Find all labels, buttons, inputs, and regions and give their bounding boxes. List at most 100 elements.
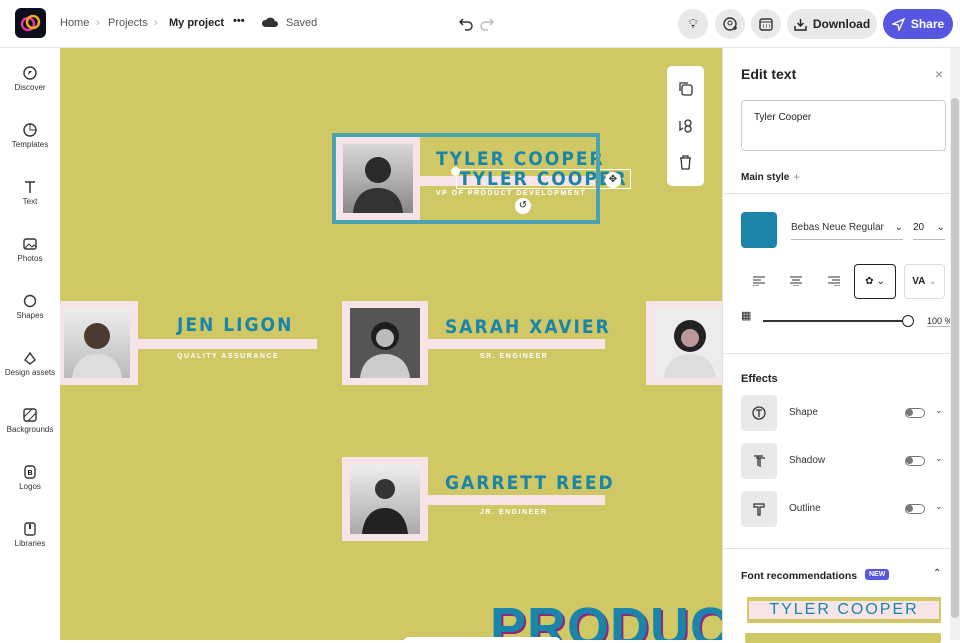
rotate-handle-icon[interactable]: ↺ — [515, 198, 531, 214]
letter-spacing-button[interactable]: VA ⌄ — [904, 264, 945, 299]
align-right-icon[interactable] — [828, 276, 840, 286]
sidebar-item-discover[interactable]: Discover — [0, 66, 60, 92]
top-bar: Home › Projects › My project ••• Saved 💡… — [0, 0, 960, 48]
sidebar-item-libraries[interactable]: Libraries — [0, 522, 60, 548]
sidebar-item-backgrounds[interactable]: Backgrounds — [0, 408, 60, 434]
templates-icon — [23, 123, 37, 137]
lightbulb-icon: 💡︎ — [688, 16, 698, 31]
sidebar-label: Templates — [11, 140, 49, 149]
person-title[interactable]: SR. ENGINEER — [480, 353, 548, 360]
arrange-icon[interactable] — [678, 118, 693, 133]
app-logo[interactable] — [15, 8, 46, 38]
chevron-down-icon: ⌄ — [894, 222, 903, 233]
ideas-button[interactable]: 💡︎ — [678, 9, 708, 39]
breadcrumb-projects[interactable]: Projects — [108, 17, 148, 29]
portrait-photo — [654, 308, 722, 378]
share-button[interactable]: Share — [883, 9, 953, 39]
list-style-button[interactable]: ✿ ⌄ — [854, 264, 896, 299]
divider — [723, 353, 951, 354]
sidebar-label: Design assets — [4, 368, 56, 377]
chevron-up-icon[interactable]: ⌃ — [933, 568, 941, 579]
delete-icon[interactable] — [678, 155, 693, 170]
backgrounds-icon — [23, 408, 37, 422]
photo-frame[interactable] — [342, 457, 428, 541]
outline-toggle[interactable] — [905, 504, 925, 514]
text-input[interactable]: Tyler Cooper — [741, 100, 946, 151]
invite-button[interactable] — [715, 9, 745, 39]
scrollbar-thumb[interactable] — [951, 98, 959, 618]
add-person-icon — [723, 17, 737, 31]
chevron-down-icon[interactable]: ⌄ — [935, 453, 943, 464]
name-bar — [138, 339, 317, 349]
download-icon — [794, 18, 807, 31]
font-name: Bebas Neue Regular — [791, 222, 884, 233]
shadow-toggle[interactable] — [905, 456, 925, 466]
opacity-slider[interactable] — [763, 320, 903, 322]
align-left-icon[interactable] — [753, 276, 765, 286]
share-label: Share — [910, 17, 945, 31]
shadow-effect-icon[interactable] — [741, 443, 777, 479]
panel-title: Edit text — [741, 66, 797, 82]
heading-text[interactable]: PRODUCT — [490, 596, 722, 640]
sidebar-item-templates[interactable]: Templates — [0, 123, 60, 149]
photo-frame[interactable] — [60, 301, 138, 385]
divider — [723, 193, 951, 194]
chevron-down-icon[interactable]: ⌄ — [935, 501, 943, 512]
person-name[interactable]: GARRETT REED — [445, 472, 615, 494]
opacity-slider-handle[interactable] — [902, 315, 914, 327]
more-options-button[interactable]: ••• — [233, 15, 245, 27]
font-recommendation[interactable] — [745, 633, 941, 643]
font-recommendation[interactable]: TYLER COOPER — [747, 597, 941, 623]
person-name[interactable]: JEN LIGON — [177, 314, 293, 336]
photo-frame[interactable] — [646, 301, 722, 385]
align-center-icon[interactable] — [790, 276, 802, 286]
chevron-right-icon: › — [154, 17, 158, 29]
shape-toggle[interactable] — [905, 408, 925, 418]
new-badge: NEW — [865, 569, 890, 580]
opacity-value[interactable]: 100 % — [927, 316, 951, 327]
library-icon — [24, 522, 36, 536]
person-title[interactable]: QUALITY ASSURANCE — [177, 353, 279, 360]
color-swatch[interactable] — [741, 212, 777, 248]
move-handle-icon[interactable]: ✥ — [605, 172, 621, 188]
person-title[interactable]: JR. ENGINEER — [480, 509, 547, 516]
bullets-icon: ✿ — [865, 276, 874, 287]
selection-box — [332, 133, 600, 224]
sidebar-item-design-assets[interactable]: Design assets — [0, 351, 60, 377]
design-canvas[interactable]: TYLER COOPER TYLER COOPER VP OF PRODUCT … — [60, 48, 722, 640]
sidebar-item-shapes[interactable]: Shapes — [0, 294, 60, 320]
download-button[interactable]: Download — [787, 9, 877, 39]
resize-handle[interactable] — [451, 167, 460, 176]
shape-effect-icon[interactable] — [741, 395, 777, 431]
panel-scrollbar[interactable] — [950, 48, 960, 640]
sidebar-label: Discover — [14, 83, 46, 92]
chevron-down-icon: ⌄ — [928, 276, 937, 287]
duplicate-icon[interactable] — [678, 81, 693, 96]
close-icon[interactable]: × — [935, 66, 943, 82]
effect-label: Shape — [789, 407, 818, 418]
breadcrumb-home[interactable]: Home — [60, 17, 89, 29]
font-select[interactable]: Bebas Neue Regular ⌄ — [791, 222, 903, 240]
font-size-select[interactable]: 20 ⌄ — [913, 222, 945, 240]
person-name[interactable]: SARAH XAVIER — [445, 316, 611, 338]
chevron-down-icon: ⌄ — [876, 276, 885, 287]
schedule-button[interactable] — [751, 9, 781, 39]
sidebar-label: Text — [22, 197, 38, 206]
sidebar-item-text[interactable]: Text — [0, 180, 60, 206]
redo-icon[interactable] — [479, 15, 495, 31]
chevron-down-icon[interactable]: ⌄ — [935, 405, 943, 416]
sidebar-label: Libraries — [14, 539, 46, 548]
undo-icon[interactable] — [458, 15, 474, 31]
outline-effect-icon[interactable] — [741, 491, 777, 527]
sidebar-item-logos[interactable]: B Logos — [0, 465, 60, 491]
sidebar-label: Logos — [19, 482, 41, 491]
cloud-icon — [261, 17, 278, 27]
photo-frame[interactable] — [342, 301, 428, 385]
shapes-icon — [23, 294, 37, 308]
sidebar-item-photos[interactable]: Photos — [0, 237, 60, 263]
breadcrumb-current: My project — [169, 17, 225, 29]
letter-spacing-icon: VA — [912, 276, 926, 287]
add-style-icon[interactable]: + — [793, 170, 800, 184]
name-bar — [428, 339, 605, 349]
sidebar-label: Shapes — [16, 311, 44, 320]
